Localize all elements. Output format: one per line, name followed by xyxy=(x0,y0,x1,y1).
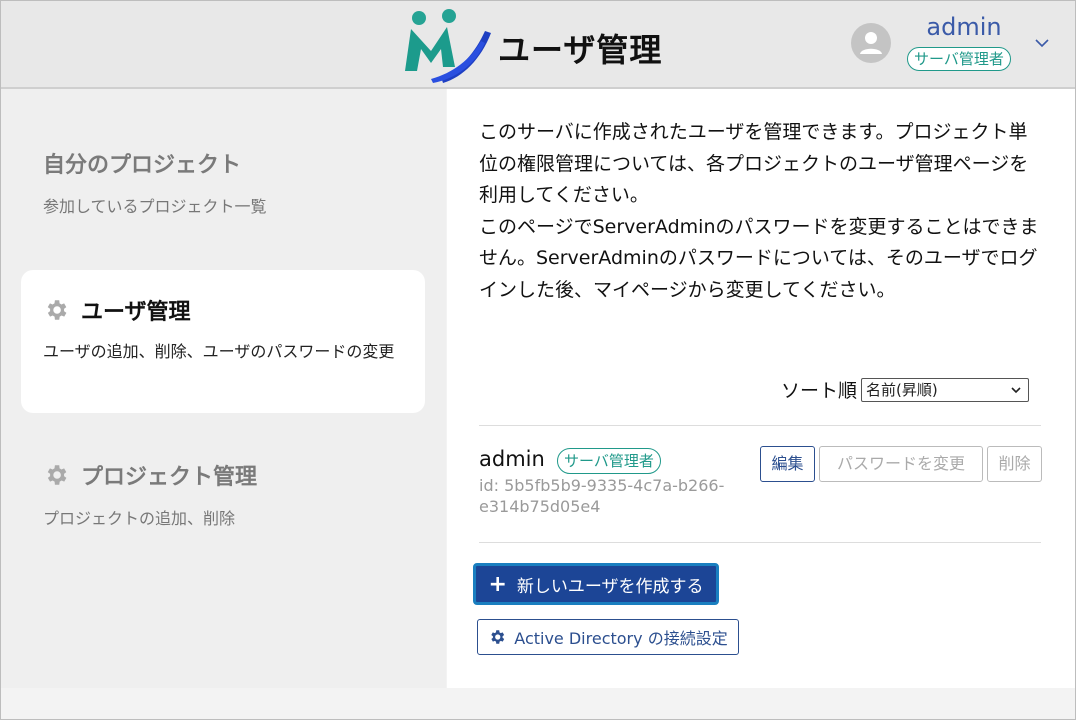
header-username[interactable]: admin xyxy=(906,13,1022,41)
user-name: admin xyxy=(479,447,545,471)
user-icon xyxy=(860,32,882,54)
sidebar-item-subtitle: ユーザの追加、削除、ユーザのパスワードの変更 xyxy=(43,342,395,361)
edit-button[interactable]: 編集 xyxy=(760,446,815,482)
change-password-button[interactable]: パスワードを変更 xyxy=(819,446,983,482)
role-badge: サーバ管理者 xyxy=(907,47,1011,71)
sidebar-item-subtitle: 参加しているプロジェクト一覧 xyxy=(43,197,267,216)
sidebar-item-project-management[interactable]: プロジェクト管理 プロジェクトの追加、削除 xyxy=(21,459,447,532)
sidebar-item-title: プロジェクト管理 xyxy=(81,465,258,490)
plus-icon: + xyxy=(488,571,507,597)
sidebar: 自分のプロジェクト 参加しているプロジェクト一覧 ユーザ管理 ユーザの追加、削除… xyxy=(1,89,446,688)
gear-icon xyxy=(47,300,67,320)
page-title: ユーザ管理 xyxy=(498,31,663,69)
role-badge: サーバ管理者 xyxy=(557,448,661,474)
active-directory-settings-button[interactable]: Active Directory の接続設定 xyxy=(477,619,739,655)
sidebar-item-user-management[interactable]: ユーザ管理 ユーザの追加、削除、ユーザのパスワードの変更 xyxy=(21,270,425,413)
sidebar-item-my-projects[interactable]: 自分のプロジェクト 参加しているプロジェクト一覧 xyxy=(21,147,447,220)
create-user-label: 新しいユーザを作成する xyxy=(516,576,704,597)
delete-button[interactable]: 削除 xyxy=(987,446,1042,482)
sort-select[interactable]: 名前(昇順) xyxy=(861,377,1030,402)
chevron-down-icon[interactable] xyxy=(1033,37,1051,49)
header: ユーザ管理 admin サーバ管理者 xyxy=(1,1,1075,89)
avatar[interactable] xyxy=(851,23,891,63)
sidebar-item-subtitle: プロジェクトの追加、削除 xyxy=(43,509,236,528)
gear-icon xyxy=(491,630,505,644)
gear-icon xyxy=(47,465,67,485)
divider xyxy=(479,542,1041,543)
main-content: このサーバに作成されたユーザを管理できます。プロジェクト単位の権限管理については… xyxy=(447,89,1075,688)
user-id: id: 5b5fb5b9-9335-4c7a-b266-e314b75d05e4 xyxy=(479,476,725,516)
chevron-down-icon xyxy=(1011,386,1021,393)
divider xyxy=(479,425,1041,426)
app-logo-icon xyxy=(405,9,491,83)
create-user-button[interactable]: + 新しいユーザを作成する xyxy=(473,563,719,605)
sort-control: ソート順 名前(昇順) xyxy=(781,376,1030,403)
sidebar-item-title: ユーザ管理 xyxy=(81,300,191,325)
active-directory-settings-label: Active Directory の接続設定 xyxy=(514,629,728,648)
sidebar-item-title: 自分のプロジェクト xyxy=(43,153,242,178)
page-description: このサーバに作成されたユーザを管理できます。プロジェクト単位の権限管理については… xyxy=(479,121,1039,301)
sort-selected-value: 名前(昇順) xyxy=(866,380,938,399)
sort-label: ソート順 xyxy=(781,380,858,402)
